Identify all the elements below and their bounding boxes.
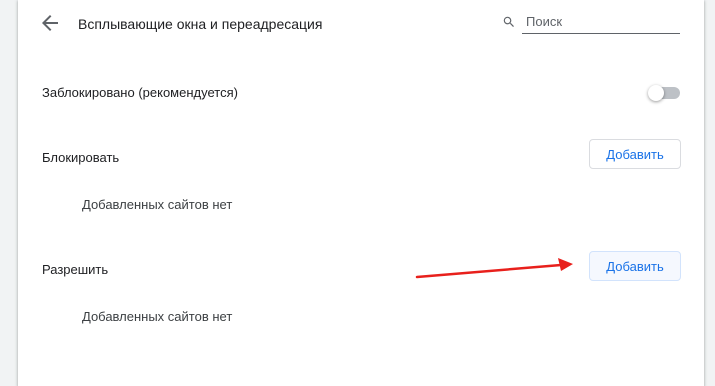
block-add-button[interactable]: Добавить: [589, 139, 681, 169]
allow-add-button[interactable]: Добавить: [589, 251, 681, 281]
settings-card: Всплывающие окна и переадресация Заблоки…: [18, 0, 704, 386]
search-field[interactable]: [502, 10, 682, 36]
blocked-toggle[interactable]: [648, 85, 680, 101]
search-icon: [503, 16, 514, 27]
toggle-knob: [648, 85, 664, 101]
allow-empty-text: Добавленных сайтов нет: [82, 309, 233, 324]
block-empty-text: Добавленных сайтов нет: [82, 197, 233, 212]
block-section-title: Блокировать: [42, 150, 120, 165]
arrow-left-icon: [42, 15, 58, 31]
annotation-arrow: [415, 258, 573, 279]
allow-section-title: Разрешить: [42, 262, 109, 277]
page-header: Всплывающие окна и переадресация: [18, 0, 704, 48]
search-input[interactable]: [522, 10, 680, 34]
back-button[interactable]: [38, 11, 62, 35]
blocked-setting-label: Заблокировано (рекомендуется): [42, 85, 238, 100]
page-title: Всплывающие окна и переадресация: [78, 16, 323, 32]
